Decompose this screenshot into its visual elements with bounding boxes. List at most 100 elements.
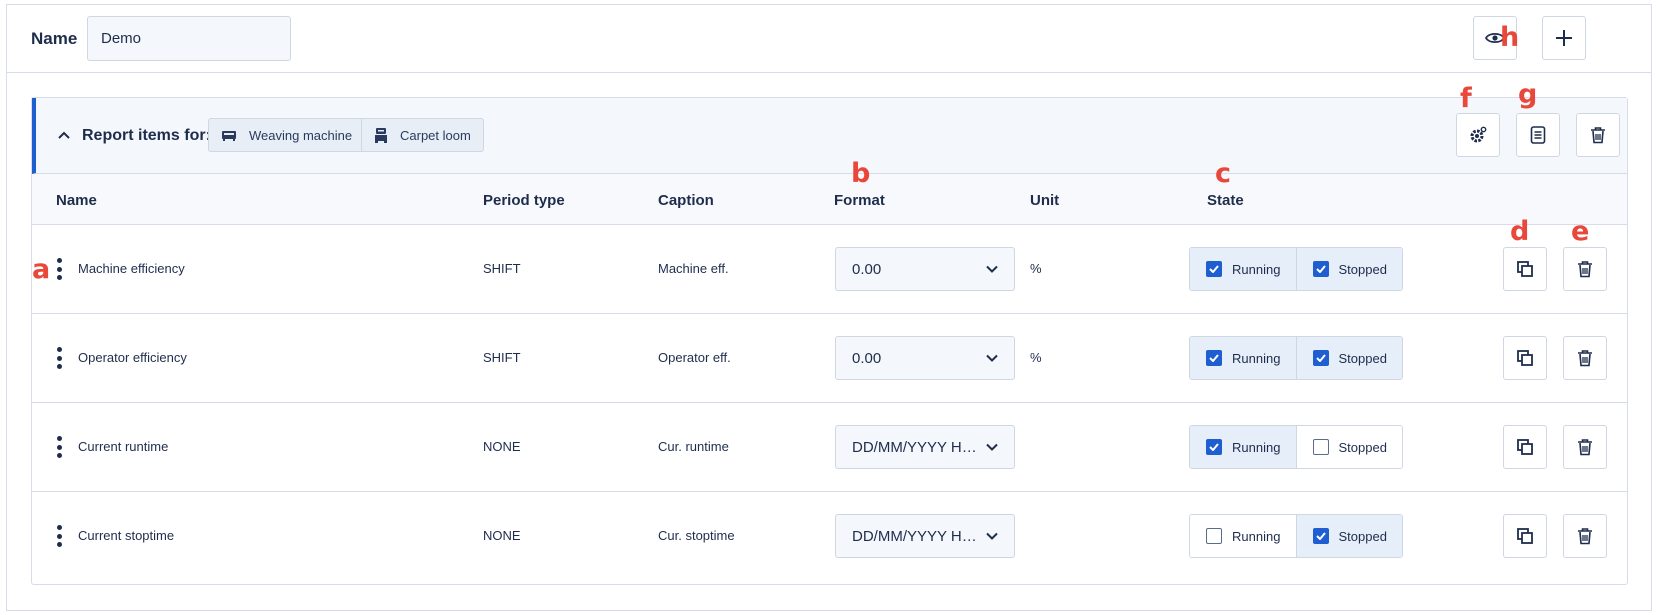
chevron-down-icon bbox=[986, 265, 998, 273]
document-list-icon bbox=[1530, 126, 1546, 144]
trash-icon bbox=[1578, 261, 1592, 278]
column-format: Format bbox=[834, 192, 885, 209]
delete-row-button[interactable] bbox=[1563, 514, 1607, 558]
annotation-b: b bbox=[851, 158, 871, 189]
format-select[interactable]: 0.00 bbox=[835, 247, 1015, 291]
row-period-type: SHIFT bbox=[483, 350, 521, 365]
checkbox-unchecked-icon bbox=[1206, 528, 1222, 544]
name-input[interactable] bbox=[87, 16, 291, 61]
row-caption: Cur. runtime bbox=[658, 439, 729, 454]
row-caption: Machine eff. bbox=[658, 261, 729, 276]
annotation-c: c bbox=[1215, 158, 1232, 189]
row-unit: % bbox=[1030, 350, 1042, 365]
delete-row-button[interactable] bbox=[1563, 425, 1607, 469]
chevron-down-icon bbox=[986, 354, 998, 362]
duplicate-button[interactable] bbox=[1503, 336, 1547, 380]
format-value: DD/MM/YYYY HH:mm:ss bbox=[852, 438, 986, 456]
format-select[interactable]: DD/MM/YYYY HH:mm:ss bbox=[835, 514, 1015, 558]
chevron-up-icon[interactable] bbox=[56, 127, 72, 143]
delete-all-button[interactable] bbox=[1576, 113, 1620, 157]
carpet-loom-icon bbox=[375, 128, 387, 143]
report-items-panel: Report items for: Weaving machine Carpet… bbox=[31, 97, 1628, 585]
copy-icon bbox=[1517, 261, 1533, 277]
stopped-toggle[interactable]: Stopped bbox=[1295, 515, 1402, 557]
running-label: Running bbox=[1232, 261, 1281, 277]
plus-icon bbox=[1556, 30, 1572, 46]
checkbox-checked-icon bbox=[1312, 350, 1329, 366]
format-select[interactable]: DD/MM/YYYY HH:mm:ss bbox=[835, 425, 1015, 469]
delete-row-button[interactable] bbox=[1563, 247, 1607, 291]
row-period-type: NONE bbox=[483, 439, 521, 454]
annotation-f: f bbox=[1460, 83, 1472, 114]
checkbox-checked-icon bbox=[1312, 261, 1329, 277]
trash-icon bbox=[1591, 127, 1605, 144]
checkbox-checked-icon bbox=[1206, 439, 1222, 455]
state-toggle-group: Running Stopped bbox=[1189, 247, 1403, 291]
table-row: Operator efficiency SHIFT Operator eff. … bbox=[32, 314, 1627, 403]
running-toggle[interactable]: Running bbox=[1190, 515, 1296, 557]
drag-menu-icon[interactable] bbox=[54, 347, 64, 369]
chip-weaving-machine[interactable]: Weaving machine bbox=[208, 118, 366, 152]
annotation-a: a bbox=[32, 254, 51, 285]
stopped-label: Stopped bbox=[1338, 528, 1387, 544]
top-bar: Name bbox=[7, 5, 1651, 73]
report-editor: Name Report items for: Weaving machine C… bbox=[6, 4, 1652, 611]
table-row: Current stoptime NONE Cur. stoptime DD/M… bbox=[32, 492, 1627, 581]
duplicate-button[interactable] bbox=[1503, 425, 1547, 469]
copy-icon bbox=[1517, 350, 1533, 366]
stopped-toggle[interactable]: Stopped bbox=[1295, 426, 1402, 468]
checkbox-checked-icon bbox=[1312, 528, 1329, 544]
delete-row-button[interactable] bbox=[1563, 336, 1607, 380]
state-toggle-group: Running Stopped bbox=[1189, 425, 1403, 469]
row-unit: % bbox=[1030, 261, 1042, 276]
annotation-e: e bbox=[1571, 216, 1590, 247]
row-caption: Cur. stoptime bbox=[658, 528, 735, 543]
row-name: Current stoptime bbox=[78, 528, 175, 543]
report-button[interactable] bbox=[1516, 113, 1560, 157]
settings-button[interactable] bbox=[1456, 113, 1500, 157]
chip-label: Weaving machine bbox=[249, 127, 353, 143]
copy-icon bbox=[1517, 528, 1533, 544]
column-period-type: Period type bbox=[483, 192, 565, 209]
row-period-type: NONE bbox=[483, 528, 521, 543]
chip-carpet-loom[interactable]: Carpet loom bbox=[361, 118, 484, 152]
duplicate-button[interactable] bbox=[1503, 514, 1547, 558]
annotation-h: h bbox=[1500, 22, 1520, 53]
row-name: Operator efficiency bbox=[78, 350, 187, 365]
stopped-label: Stopped bbox=[1338, 439, 1387, 455]
format-value: 0.00 bbox=[852, 260, 882, 278]
drag-menu-icon[interactable] bbox=[54, 258, 64, 280]
table-row: Machine efficiency SHIFT Machine eff. 0.… bbox=[32, 225, 1627, 314]
column-unit: Unit bbox=[1030, 192, 1060, 209]
column-name: Name bbox=[56, 192, 97, 209]
copy-icon bbox=[1517, 439, 1533, 455]
running-toggle[interactable]: Running bbox=[1190, 337, 1296, 379]
trash-icon bbox=[1578, 439, 1592, 456]
state-toggle-group: Running Stopped bbox=[1189, 336, 1403, 380]
stopped-toggle[interactable]: Stopped bbox=[1295, 337, 1402, 379]
running-label: Running bbox=[1232, 528, 1281, 544]
running-label: Running bbox=[1232, 439, 1281, 455]
name-label: Name bbox=[31, 29, 78, 48]
format-select[interactable]: 0.00 bbox=[835, 336, 1015, 380]
running-toggle[interactable]: Running bbox=[1190, 248, 1296, 290]
row-name: Machine efficiency bbox=[78, 261, 185, 276]
panel-header: Report items for: Weaving machine Carpet… bbox=[32, 98, 1627, 174]
duplicate-button[interactable] bbox=[1503, 247, 1547, 291]
chevron-down-icon bbox=[986, 443, 998, 451]
row-period-type: SHIFT bbox=[483, 261, 521, 276]
stopped-label: Stopped bbox=[1338, 350, 1387, 366]
chevron-down-icon bbox=[986, 532, 998, 540]
drag-menu-icon[interactable] bbox=[54, 525, 64, 547]
drag-menu-icon[interactable] bbox=[54, 436, 64, 458]
column-header-row: Name Period type Caption Format Unit Sta… bbox=[32, 174, 1627, 225]
running-toggle[interactable]: Running bbox=[1190, 426, 1296, 468]
checkbox-unchecked-icon bbox=[1312, 439, 1329, 455]
add-button[interactable] bbox=[1542, 16, 1586, 60]
state-toggle-group: Running Stopped bbox=[1189, 514, 1403, 558]
trash-icon bbox=[1578, 350, 1592, 367]
report-items-title: Report items for: bbox=[82, 127, 211, 144]
running-label: Running bbox=[1232, 350, 1281, 366]
format-value: 0.00 bbox=[852, 349, 882, 367]
stopped-toggle[interactable]: Stopped bbox=[1295, 248, 1402, 290]
